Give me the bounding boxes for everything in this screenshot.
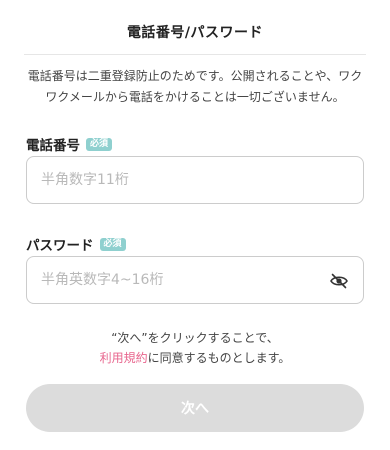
- phone-label-text: 電話番号: [26, 138, 80, 154]
- agreement-line-2: 利用規約に同意するものとします。: [24, 348, 366, 368]
- agreement-line-1: “次へ”をクリックすることで、: [111, 331, 279, 345]
- password-label-text: パスワード: [26, 238, 94, 254]
- password-required-badge: 必須: [99, 237, 126, 251]
- page-title: 電話番号/パスワード: [126, 25, 264, 41]
- header: 電話番号/パスワード: [24, 0, 366, 55]
- phone-notice-line-1: 電話番号は二重登録防止のためです。公開されることや、ワク: [27, 69, 363, 83]
- phone-input-box[interactable]: [26, 156, 364, 204]
- agreement-suffix: に同意するものとします。: [147, 351, 291, 365]
- next-button[interactable]: 次へ: [26, 384, 364, 432]
- password-input-box[interactable]: [26, 256, 364, 304]
- phone-field-label: 電話番号 必須: [26, 134, 113, 154]
- password-input[interactable]: [41, 257, 311, 303]
- agreement-text: “次へ”をクリックすることで、 利用規約に同意するものとします。: [24, 328, 366, 368]
- phone-notice: 電話番号は二重登録防止のためです。公開されることや、ワク ワクメールから電話をか…: [24, 66, 366, 108]
- phone-notice-line-2: ワクメールから電話をかけることは一切ございません。: [45, 90, 345, 104]
- phone-input[interactable]: [41, 157, 311, 203]
- phone-required-badge: 必須: [86, 137, 113, 151]
- terms-link[interactable]: 利用規約: [100, 351, 148, 365]
- eye-off-icon[interactable]: [329, 271, 349, 291]
- password-field-label: パスワード 必須: [26, 234, 126, 254]
